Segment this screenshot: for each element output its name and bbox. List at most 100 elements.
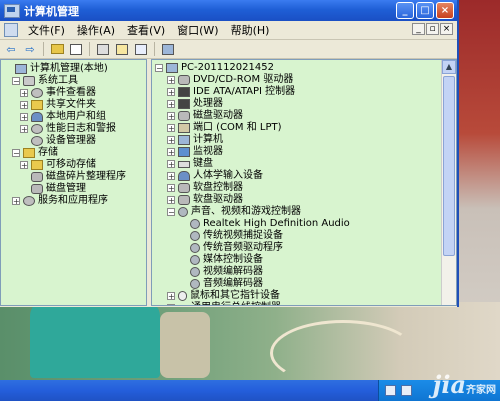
console-tree-item[interactable]: + 事件查看器 <box>1 87 146 99</box>
device-tree-item[interactable]: + 通用串行总线控制器 <box>152 302 456 305</box>
device-tree-item[interactable]: + 端口 (COM 和 LPT) <box>152 122 456 134</box>
console-tree-item[interactable]: + 服务和应用程序 <box>1 195 146 207</box>
child-minimize-button[interactable]: _ <box>412 23 425 35</box>
device-tree-item[interactable]: + IDE ATA/ATAPI 控制器 <box>152 86 456 98</box>
device-tree-item[interactable]: + DVD/CD-ROM 驱动器 <box>152 74 456 86</box>
expand-icon[interactable]: + <box>167 136 175 145</box>
menu-window[interactable]: 窗口(W) <box>171 22 224 38</box>
device-tree-item[interactable]: + 磁盘驱动器 <box>152 110 456 122</box>
expand-icon[interactable]: + <box>167 112 175 121</box>
expand-icon[interactable]: + <box>167 148 175 157</box>
device-tree-item[interactable]: + 键盘 <box>152 158 456 170</box>
expand-icon[interactable]: + <box>167 172 175 181</box>
child-close-button[interactable]: × <box>440 23 453 35</box>
print-icon[interactable] <box>95 42 111 56</box>
device-tree-item[interactable]: Realtek High Definition Audio <box>152 218 456 230</box>
device-tree-item[interactable]: − PC-201112021452 <box>152 62 456 74</box>
device-tree-item[interactable]: 媒体控制设备 <box>152 254 456 266</box>
computer-management-icon <box>4 3 20 18</box>
menu-file[interactable]: 文件(F) <box>22 22 71 38</box>
collapse-icon[interactable]: − <box>167 208 175 217</box>
expand-icon[interactable]: + <box>167 292 175 301</box>
console-tree-item[interactable]: + 共享文件夹 <box>1 99 146 111</box>
device-tree-item[interactable]: 传统音频驱动程序 <box>152 242 456 254</box>
console-tree-item[interactable]: 计算机管理(本地) <box>1 63 146 75</box>
device-tree-label: 音频编解码器 <box>203 278 263 289</box>
device-tree-item[interactable]: + 处理器 <box>152 98 456 110</box>
close-button[interactable]: × <box>436 2 454 19</box>
users-icon <box>31 112 43 122</box>
expand-icon[interactable]: + <box>167 124 175 133</box>
forward-icon[interactable]: ⇨ <box>22 42 38 56</box>
expand-icon[interactable]: + <box>167 76 175 85</box>
audio-icon <box>178 207 188 217</box>
expand-icon[interactable]: + <box>20 161 28 170</box>
device-tree-item[interactable]: 视频编解码器 <box>152 266 456 278</box>
collapse-icon[interactable]: − <box>155 64 163 73</box>
device-tree-item[interactable]: 传统视频捕捉设备 <box>152 230 456 242</box>
window-controls: _ □ × <box>396 2 454 19</box>
cpu-icon <box>178 99 190 109</box>
vertical-scrollbar[interactable]: ▲ <box>441 60 456 305</box>
scan-hardware-icon[interactable] <box>160 42 176 56</box>
show-hide-tree-icon[interactable] <box>68 42 84 56</box>
device-tree-label: Realtek High Definition Audio <box>203 218 350 229</box>
expand-icon[interactable]: + <box>167 184 175 193</box>
device-list-pane[interactable]: − PC-201112021452 + DVD/CD-ROM 驱动器 + IDE ATA/… <box>151 59 457 306</box>
device-tree-label: 磁盘驱动器 <box>193 110 243 121</box>
expand-icon[interactable]: + <box>167 304 175 305</box>
console-tree-item[interactable]: + 本地用户和组 <box>1 111 146 123</box>
expand-icon[interactable]: + <box>12 197 20 206</box>
device-tree-label: 软盘控制器 <box>193 182 243 193</box>
console-tree-item[interactable]: + 性能日志和警报 <box>1 123 146 135</box>
expand-icon[interactable]: + <box>20 113 28 122</box>
watermark-sub: 齐家网 <box>466 385 496 396</box>
scroll-thumb[interactable] <box>443 76 455 256</box>
expand-icon[interactable]: + <box>167 160 175 169</box>
console-tree-label: 事件查看器 <box>46 87 96 98</box>
expand-icon[interactable]: + <box>167 100 175 109</box>
expand-icon[interactable]: + <box>167 88 175 97</box>
collapse-icon[interactable]: − <box>12 77 20 86</box>
expand-icon[interactable]: + <box>20 125 28 134</box>
minimize-button[interactable]: _ <box>396 2 414 19</box>
audio-device-icon <box>190 231 200 241</box>
device-tree-item[interactable]: + 软盘控制器 <box>152 182 456 194</box>
tray-icon[interactable] <box>385 385 396 396</box>
console-tree-label: 存储 <box>38 147 58 158</box>
up-folder-icon[interactable] <box>49 42 65 56</box>
child-restore-button[interactable]: ▫ <box>426 23 439 35</box>
expand-icon[interactable]: + <box>167 196 175 205</box>
console-tree-item[interactable]: 磁盘碎片整理程序 <box>1 171 146 183</box>
help-icon[interactable] <box>133 42 149 56</box>
device-tree-item[interactable]: − 声音、视频和游戏控制器 <box>152 206 456 218</box>
device-tree-item[interactable]: 音频编解码器 <box>152 278 456 290</box>
volume-icon[interactable] <box>401 385 412 396</box>
toolbar-separator <box>154 42 155 56</box>
device-tree-item[interactable]: + 计算机 <box>152 134 456 146</box>
console-tree-item[interactable]: + 可移动存储 <box>1 159 146 171</box>
collapse-icon[interactable]: − <box>12 149 20 158</box>
properties-icon[interactable] <box>114 42 130 56</box>
menu-action[interactable]: 操作(A) <box>71 22 121 38</box>
device-tree-item[interactable]: + 人体学输入设备 <box>152 170 456 182</box>
console-tree-pane[interactable]: 计算机管理(本地) − 系统工具 + 事件查看器 + 共享文件夹 + 本地用户和组 + 性能日志和警… <box>0 59 147 306</box>
console-tree-item[interactable]: − 存储 <box>1 147 146 159</box>
maximize-button[interactable]: □ <box>416 2 434 19</box>
device-tree-item[interactable]: + 监视器 <box>152 146 456 158</box>
device-tree-label: IDE ATA/ATAPI 控制器 <box>193 86 296 97</box>
console-tree-item[interactable]: 设备管理器 <box>1 135 146 147</box>
mmc-document-icon[interactable] <box>4 23 18 37</box>
dvd-icon <box>178 75 190 85</box>
expand-icon[interactable]: + <box>20 101 28 110</box>
expand-icon[interactable]: + <box>20 89 28 98</box>
back-icon[interactable]: ⇦ <box>3 42 19 56</box>
device-tree-item[interactable]: + 软盘驱动器 <box>152 194 456 206</box>
title-bar[interactable]: 计算机管理 _ □ × <box>0 0 457 21</box>
console-tree-item[interactable]: 磁盘管理 <box>1 183 146 195</box>
console-tree-item[interactable]: − 系统工具 <box>1 75 146 87</box>
scroll-up-button[interactable]: ▲ <box>442 60 456 74</box>
menu-help[interactable]: 帮助(H) <box>225 22 276 38</box>
menu-view[interactable]: 查看(V) <box>121 22 171 38</box>
device-tree-item[interactable]: + 鼠标和其它指针设备 <box>152 290 456 302</box>
